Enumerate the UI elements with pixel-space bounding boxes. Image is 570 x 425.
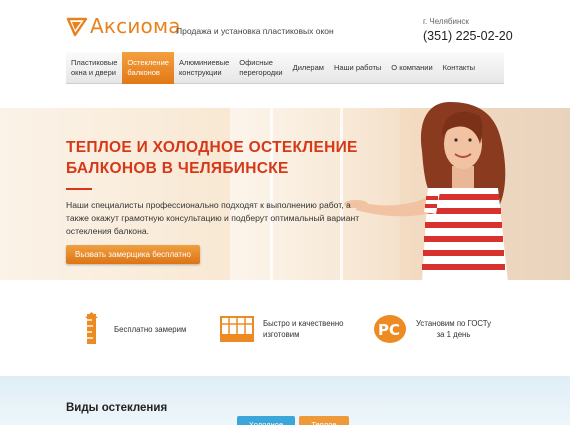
call-measurer-button[interactable]: Вызвать замерщика бесплатно — [66, 245, 200, 264]
nav-item-plastic-windows[interactable]: Пластиковые окна и двери — [66, 52, 122, 84]
nav-item-dealers[interactable]: Дилерам — [288, 52, 329, 84]
nav-item-balcony-glazing[interactable]: Остекление балконов — [122, 52, 174, 84]
logo-text: Аксиома — [90, 14, 181, 38]
nav-item-our-works[interactable]: Наши работы — [329, 52, 386, 84]
feature-gost-install: P C Установим по ГОСТу за 1 день — [373, 314, 491, 344]
feature-label: Быстро и качественно изготовим — [263, 319, 344, 339]
hero-title: ТЕПЛОЕ И ХОЛОДНОЕ ОСТЕКЛЕНИЕ БАЛКОНОВ В … — [66, 139, 358, 177]
glazing-types-section: Виды остекления Холодное Теплое — [0, 376, 570, 425]
tab-cold-glazing[interactable]: Холодное — [237, 416, 295, 425]
logo[interactable]: Аксиома — [66, 14, 181, 38]
tagline: Продажа и установка пластиковых окон — [176, 26, 334, 36]
nav-item-about[interactable]: О компании — [386, 52, 437, 84]
hero-divider — [66, 188, 92, 190]
tab-warm-glazing[interactable]: Теплое — [299, 416, 349, 425]
rst-certificate-icon: P C — [374, 315, 406, 343]
hero-description: Наши специалисты профессионально подходя… — [66, 200, 360, 236]
feature-label: Бесплатно замерим — [114, 324, 187, 334]
nav-item-aluminum[interactable]: Алюминиевые конструкции — [174, 52, 234, 84]
section-title: Виды остекления — [66, 402, 168, 414]
ruler-icon — [85, 312, 98, 344]
logo-icon — [66, 17, 88, 37]
phone-number[interactable]: (351) 225-02-20 — [423, 29, 513, 43]
main-nav: Пластиковые окна и двери Остекление балкон… — [66, 52, 504, 84]
window-frame-icon — [220, 316, 254, 342]
feature-label: Установим по ГОСТу за 1 день — [416, 319, 491, 339]
nav-item-contacts[interactable]: Контакты — [438, 52, 480, 84]
features-strip: Бесплатно замерим Быстро и качественно и… — [0, 280, 570, 376]
nav-item-office-partitions[interactable]: Офисные перегородки — [234, 52, 287, 84]
feature-free-measure: Бесплатно замерим — [84, 312, 186, 346]
svg-text:P: P — [378, 321, 389, 339]
svg-text:C: C — [389, 321, 400, 339]
city-label: г. Челябинск — [423, 17, 469, 26]
site-header: Аксиома Продажа и установка пластиковых … — [0, 0, 570, 52]
feature-fast-production: Быстро и качественно изготовим — [220, 316, 344, 342]
woman-illustration — [344, 102, 508, 282]
